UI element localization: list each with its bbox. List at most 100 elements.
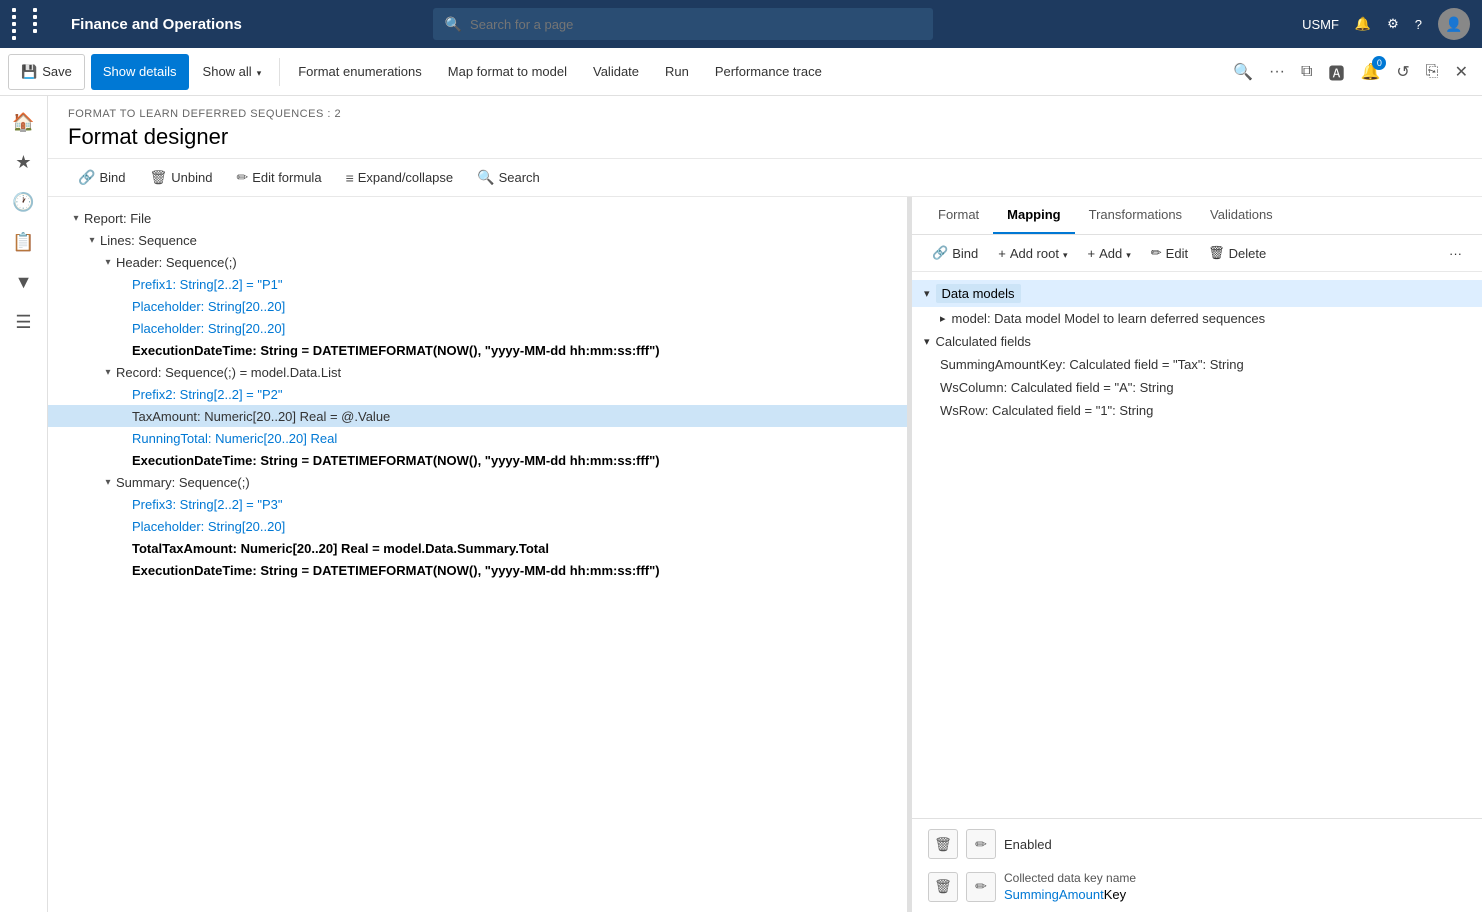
tree-arrow-icon — [116, 562, 132, 578]
split-pane: Report: File Lines: Sequence Header: Seq… — [48, 197, 1482, 912]
tree-item[interactable]: Lines: Sequence — [48, 229, 907, 251]
data-models-arrow-icon: ▾ — [924, 287, 930, 300]
right-delete-button[interactable]: 🗑 Delete — [1200, 241, 1274, 265]
view-icon[interactable]: ⧉ — [1295, 57, 1318, 87]
tree-arrow-icon[interactable] — [84, 232, 100, 248]
grid-menu-icon[interactable] — [12, 8, 51, 40]
refresh-icon[interactable]: ↺ — [1390, 56, 1415, 88]
office-icon[interactable]: 🅰 — [1322, 54, 1350, 90]
help-icon[interactable]: ? — [1415, 17, 1422, 32]
tree-arrow-icon — [116, 540, 132, 556]
tree-item[interactable]: ExecutionDateTime: String = DATETIMEFORM… — [48, 339, 907, 361]
open-new-icon[interactable]: ⎘ — [1420, 57, 1445, 87]
breadcrumb: FORMAT TO LEARN DEFERRED SEQUENCES : 2 — [68, 108, 1462, 120]
tree-arrow-icon[interactable] — [100, 474, 116, 490]
sidebar-home-icon[interactable]: 🏠 — [6, 104, 42, 140]
tree-item[interactable]: Record: Sequence(;) = model.Data.List — [48, 361, 907, 383]
tree-item[interactable]: Prefix3: String[2..2] = "P3" — [48, 493, 907, 515]
tree-item[interactable]: Placeholder: String[20..20] — [48, 295, 907, 317]
sidebar-list-icon[interactable]: ☰ — [6, 304, 42, 340]
right-tree-item-model[interactable]: ▸ model: Data model Model to learn defer… — [912, 307, 1482, 330]
tree-item[interactable]: Prefix1: String[2..2] = "P1" — [48, 273, 907, 295]
toolbar-right-icons: 🔍 ··· ⧉ 🅰 🔔0 ↺ ⎘ ✕ — [1227, 54, 1474, 90]
run-button[interactable]: Run — [653, 54, 701, 90]
calc-fields-arrow-icon: ▾ — [924, 335, 930, 348]
performance-trace-button[interactable]: Performance trace — [703, 54, 834, 90]
avatar[interactable]: 👤 — [1438, 8, 1470, 40]
show-all-button[interactable]: Show all — [191, 54, 274, 90]
sidebar-workspace-icon[interactable]: 📋 — [6, 224, 42, 260]
tree-item[interactable]: ExecutionDateTime: String = DATETIMEFORM… — [48, 559, 907, 581]
right-tree-item-wsrow[interactable]: WsRow: Calculated field = "1": String — [912, 399, 1482, 422]
tab-format[interactable]: Format — [924, 197, 993, 234]
edit-formula-button[interactable]: ✏ Edit formula — [226, 165, 331, 190]
validate-button[interactable]: Validate — [581, 54, 651, 90]
tree-item[interactable]: RunningTotal: Numeric[20..20] Real — [48, 427, 907, 449]
search-input[interactable] — [470, 17, 921, 32]
collected-key-row: 🗑 ✏ Collected data key name SummingAmoun… — [928, 871, 1466, 902]
tree-arrow-icon[interactable] — [100, 364, 116, 380]
right-tree-item-calc-fields[interactable]: ▾ Calculated fields — [912, 330, 1482, 353]
enabled-label: Enabled — [1004, 837, 1052, 852]
right-more-button[interactable]: ··· — [1441, 242, 1470, 265]
settings-icon[interactable]: ⚙ — [1387, 16, 1399, 32]
tree-arrow-icon — [116, 298, 132, 314]
global-search-box[interactable]: 🔍 — [433, 8, 933, 40]
wscol-label: WsColumn: Calculated field = "A": String — [940, 380, 1174, 395]
tree-arrow-icon[interactable] — [100, 254, 116, 270]
tab-mapping[interactable]: Mapping — [993, 197, 1074, 234]
sidebar-favorites-icon[interactable]: ★ — [6, 144, 42, 180]
summing-label: SummingAmountKey: Calculated field = "Ta… — [940, 357, 1244, 372]
right-tree-item-data-models[interactable]: ▾ Data models — [912, 280, 1482, 307]
tree-item-taxamount[interactable]: TaxAmount: Numeric[20..20] Real = @.Valu… — [48, 405, 907, 427]
notification-icon[interactable]: 🔔 — [1355, 16, 1371, 32]
save-button[interactable]: 💾 Save — [8, 54, 85, 90]
unbind-button[interactable]: 🗑 Unbind — [139, 165, 222, 190]
main-toolbar: 💾 Save Show details Show all Format enum… — [0, 48, 1482, 96]
tab-transformations[interactable]: Transformations — [1075, 197, 1196, 234]
tree-arrow-icon — [116, 408, 132, 424]
notification-toolbar-icon[interactable]: 🔔0 — [1354, 56, 1386, 88]
tree-item[interactable]: Report: File — [48, 207, 907, 229]
tree-arrow-icon[interactable] — [68, 210, 84, 226]
model-label: model: Data model Model to learn deferre… — [952, 311, 1266, 326]
format-enumerations-button[interactable]: Format enumerations — [286, 54, 434, 90]
sidebar-recent-icon[interactable]: 🕐 — [6, 184, 42, 220]
sidebar-filter-icon[interactable]: ▼ — [6, 264, 42, 300]
key-edit-button[interactable]: ✏ — [966, 872, 996, 902]
right-tree-item-summing[interactable]: SummingAmountKey: Calculated field = "Ta… — [912, 353, 1482, 376]
enabled-edit-button[interactable]: ✏ — [966, 829, 996, 859]
tab-validations[interactable]: Validations — [1196, 197, 1287, 234]
collected-key-group: Collected data key name SummingAmountKey — [1004, 871, 1136, 902]
unlink-icon: 🗑 — [149, 169, 167, 186]
right-bind-button[interactable]: 🔗 Bind — [924, 241, 986, 265]
right-add-root-button[interactable]: + Add root — [990, 242, 1075, 265]
enabled-delete-button[interactable]: 🗑 — [928, 829, 958, 859]
search-button[interactable]: 🔍 Search — [467, 165, 550, 190]
tree-item[interactable]: TotalTaxAmount: Numeric[20..20] Real = m… — [48, 537, 907, 559]
tree-arrow-icon — [116, 496, 132, 512]
expand-collapse-button[interactable]: ≡ Expand/collapse — [336, 166, 464, 190]
right-tree-item-wscol[interactable]: WsColumn: Calculated field = "A": String — [912, 376, 1482, 399]
more-options-icon[interactable]: ··· — [1263, 57, 1291, 87]
show-all-chevron-icon — [257, 64, 262, 79]
right-pane: Format Mapping Transformations Validatio… — [912, 197, 1482, 912]
user-label: USMF — [1302, 17, 1339, 32]
key-delete-button[interactable]: 🗑 — [928, 872, 958, 902]
tree-item[interactable]: Header: Sequence(;) — [48, 251, 907, 273]
right-add-button[interactable]: + Add — [1080, 242, 1139, 265]
sub-toolbar: 🔗 Bind 🗑 Unbind ✏ Edit formula ≡ Expand/… — [48, 159, 1482, 197]
tree-item[interactable]: Placeholder: String[20..20] — [48, 317, 907, 339]
tree-item[interactable]: Placeholder: String[20..20] — [48, 515, 907, 537]
map-format-to-model-button[interactable]: Map format to model — [436, 54, 579, 90]
bind-button[interactable]: 🔗 Bind — [68, 165, 135, 190]
tree-item[interactable]: ExecutionDateTime: String = DATETIMEFORM… — [48, 449, 907, 471]
show-details-button[interactable]: Show details — [91, 54, 189, 90]
search-toolbar-icon[interactable]: 🔍 — [1227, 56, 1259, 88]
right-edit-button[interactable]: ✏ Edit — [1143, 241, 1196, 265]
right-add-icon: + — [1088, 246, 1096, 261]
tree-item[interactable]: Summary: Sequence(;) — [48, 471, 907, 493]
tree-item[interactable]: Prefix2: String[2..2] = "P2" — [48, 383, 907, 405]
format-tree: Report: File Lines: Sequence Header: Seq… — [48, 197, 908, 912]
close-icon[interactable]: ✕ — [1449, 56, 1474, 88]
